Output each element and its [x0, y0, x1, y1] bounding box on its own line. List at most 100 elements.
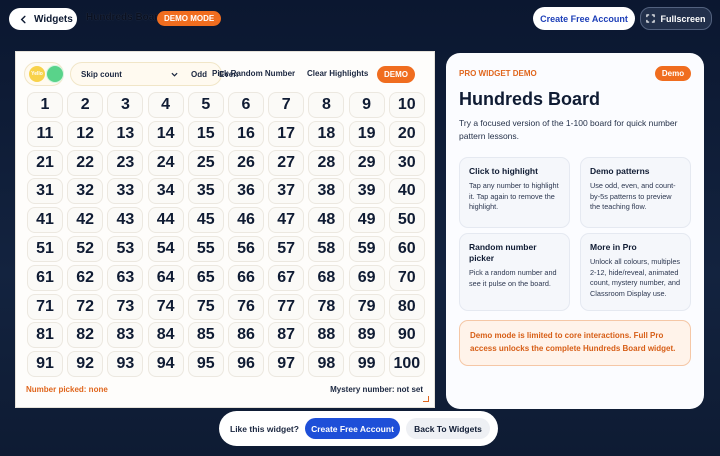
number-cell[interactable]: 15 [187, 120, 224, 147]
number-cell[interactable]: 65 [187, 264, 224, 291]
number-cell[interactable]: 39 [348, 178, 385, 205]
number-cell[interactable]: 98 [308, 351, 345, 378]
number-cell[interactable]: 20 [388, 120, 425, 147]
number-cell[interactable]: 78 [308, 293, 345, 320]
number-cell[interactable]: 88 [308, 322, 345, 349]
number-cell[interactable]: 84 [147, 322, 184, 349]
number-cell[interactable]: 3 [107, 92, 144, 118]
pick-random-button[interactable]: Pick Random Number [212, 69, 295, 78]
number-cell[interactable]: 25 [187, 149, 224, 176]
number-cell[interactable]: 55 [187, 236, 224, 262]
number-cell[interactable]: 38 [308, 178, 345, 205]
number-cell[interactable]: 35 [187, 178, 224, 205]
number-cell[interactable]: 36 [228, 178, 264, 205]
number-cell[interactable]: 31 [27, 178, 63, 205]
number-cell[interactable]: 2 [67, 92, 104, 118]
number-cell[interactable]: 26 [228, 149, 264, 176]
number-cell[interactable]: 96 [228, 351, 264, 378]
number-cell[interactable]: 77 [268, 293, 305, 320]
number-cell[interactable]: 17 [268, 120, 305, 147]
number-cell[interactable]: 83 [107, 322, 144, 349]
number-cell[interactable]: 70 [388, 264, 425, 291]
number-cell[interactable]: 24 [147, 149, 184, 176]
number-cell[interactable]: 43 [107, 207, 144, 234]
number-cell[interactable]: 34 [147, 178, 184, 205]
number-cell[interactable]: 57 [268, 236, 305, 262]
number-cell[interactable]: 29 [348, 149, 385, 176]
chevron-down-icon[interactable] [171, 71, 178, 78]
number-cell[interactable]: 45 [187, 207, 224, 234]
number-cell[interactable]: 97 [268, 351, 305, 378]
fullscreen-button[interactable]: Fullscreen [640, 7, 712, 30]
number-cell[interactable]: 99 [348, 351, 385, 378]
number-cell[interactable]: 51 [27, 236, 63, 262]
number-cell[interactable]: 67 [268, 264, 305, 291]
number-cell[interactable]: 93 [107, 351, 144, 378]
number-cell[interactable]: 32 [67, 178, 104, 205]
number-cell[interactable]: 1 [27, 92, 63, 118]
odd-button[interactable]: Odd [191, 70, 207, 79]
number-cell[interactable]: 13 [107, 120, 144, 147]
number-cell[interactable]: 64 [147, 264, 184, 291]
number-cell[interactable]: 79 [348, 293, 385, 320]
number-cell[interactable]: 52 [67, 236, 104, 262]
number-cell[interactable]: 37 [268, 178, 305, 205]
number-cell[interactable]: 18 [308, 120, 345, 147]
number-cell[interactable]: 16 [228, 120, 264, 147]
number-cell[interactable]: 56 [228, 236, 264, 262]
number-cell[interactable]: 72 [67, 293, 104, 320]
resize-handle[interactable] [423, 396, 429, 402]
number-cell[interactable]: 63 [107, 264, 144, 291]
number-cell[interactable]: 47 [268, 207, 305, 234]
number-cell[interactable]: 41 [27, 207, 63, 234]
number-cell[interactable]: 89 [348, 322, 385, 349]
number-cell[interactable]: 48 [308, 207, 345, 234]
number-cell[interactable]: 86 [228, 322, 264, 349]
number-cell[interactable]: 95 [187, 351, 224, 378]
number-cell[interactable]: 92 [67, 351, 104, 378]
number-cell[interactable]: 28 [308, 149, 345, 176]
yellow-swatch[interactable]: Yello [29, 66, 45, 82]
number-cell[interactable]: 69 [348, 264, 385, 291]
number-cell[interactable]: 100 [388, 351, 425, 378]
create-account-button-bottom[interactable]: Create Free Account [305, 418, 400, 439]
number-cell[interactable]: 85 [187, 322, 224, 349]
number-cell[interactable]: 5 [187, 92, 224, 118]
number-cell[interactable]: 76 [228, 293, 264, 320]
number-cell[interactable]: 27 [268, 149, 305, 176]
number-cell[interactable]: 59 [348, 236, 385, 262]
number-cell[interactable]: 94 [147, 351, 184, 378]
number-cell[interactable]: 21 [27, 149, 63, 176]
back-to-widgets-button-bottom[interactable]: Back To Widgets [406, 418, 490, 439]
number-cell[interactable]: 11 [27, 120, 63, 147]
number-cell[interactable]: 91 [27, 351, 63, 378]
number-cell[interactable]: 4 [147, 92, 184, 118]
number-cell[interactable]: 68 [308, 264, 345, 291]
number-cell[interactable]: 82 [67, 322, 104, 349]
number-cell[interactable]: 10 [388, 92, 425, 118]
number-cell[interactable]: 14 [147, 120, 184, 147]
number-cell[interactable]: 73 [107, 293, 144, 320]
number-cell[interactable]: 22 [67, 149, 104, 176]
number-cell[interactable]: 46 [228, 207, 264, 234]
number-cell[interactable]: 9 [348, 92, 385, 118]
number-cell[interactable]: 75 [187, 293, 224, 320]
number-cell[interactable]: 81 [27, 322, 63, 349]
number-cell[interactable]: 87 [268, 322, 305, 349]
number-cell[interactable]: 49 [348, 207, 385, 234]
number-cell[interactable]: 8 [308, 92, 345, 118]
number-cell[interactable]: 6 [228, 92, 264, 118]
create-account-button[interactable]: Create Free Account [533, 7, 635, 30]
number-cell[interactable]: 54 [147, 236, 184, 262]
number-cell[interactable]: 23 [107, 149, 144, 176]
number-cell[interactable]: 53 [107, 236, 144, 262]
number-cell[interactable]: 74 [147, 293, 184, 320]
number-cell[interactable]: 66 [228, 264, 264, 291]
number-cell[interactable]: 90 [388, 322, 425, 349]
number-cell[interactable]: 50 [388, 207, 425, 234]
number-cell[interactable]: 60 [388, 236, 425, 262]
number-cell[interactable]: 7 [268, 92, 305, 118]
number-cell[interactable]: 61 [27, 264, 63, 291]
number-cell[interactable]: 33 [107, 178, 144, 205]
number-cell[interactable]: 58 [308, 236, 345, 262]
